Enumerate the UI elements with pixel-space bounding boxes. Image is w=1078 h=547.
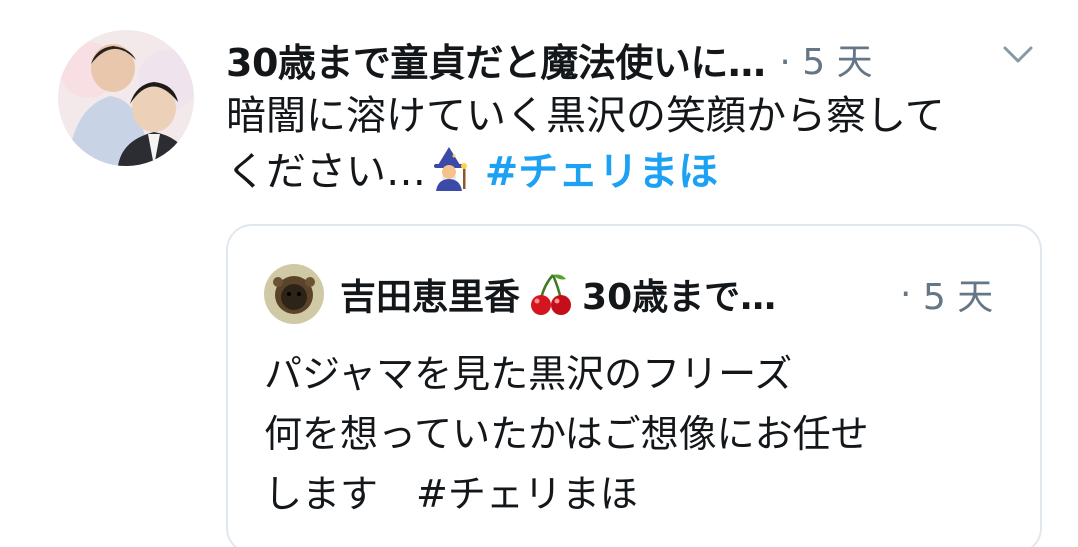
hashtag-link[interactable]: #チェリまほ [485,149,719,195]
quoted-text-line-1: パジャマを見た黒沢のフリーズ [264,352,793,396]
quoted-tweet-card[interactable]: 吉田恵里香 30歳まで… · 5 天 パジャマを見た黒沢のフリーズ 何を想ってい… [226,224,1042,547]
chevron-down-icon[interactable] [1000,40,1036,70]
tweet-text-line-2: ください… [226,149,426,195]
author-avatar[interactable] [58,30,194,166]
tweet-text: 暗闇に溶けていく黒沢の笑顔から察して ください… #チェリまほ [226,88,1046,200]
quoted-author-avatar[interactable] [264,264,324,324]
tweet-text-line-1: 暗闇に溶けていく黒沢の笑顔から察して [226,93,945,139]
time-text: 5 天 [922,277,994,318]
quoted-text-line-3: します #チェリまほ [264,472,638,516]
quoted-author-handle: 30歳まで… [582,277,777,318]
separator-dot: · [900,273,912,315]
quoted-author-name[interactable]: 吉田恵里香 [340,268,520,320]
quoted-tweet-timestamp[interactable]: · 5 天 [900,264,993,324]
separator-dot: · [779,42,791,83]
tweet-header: 30歳まで童貞だと魔法使いに… · 5 天 [226,30,873,88]
avatar-image [58,30,194,166]
quoted-tweet-text: パジャマを見た黒沢のフリーズ 何を想っていたかはご想像にお任せ します #チェリ… [264,344,1024,524]
quoted-tweet-header: 吉田恵里香 30歳まで… [340,264,776,324]
time-text: 5 天 [802,42,873,83]
author-name[interactable]: 30歳まで童貞だと魔法使いに… [226,32,766,87]
mage-emoji-icon [426,145,472,191]
tweet[interactable]: 30歳まで童貞だと魔法使いに… · 5 天 暗闇に溶けていく黒沢の笑顔から察して… [0,0,1078,547]
quoted-text-line-2: 何を想っていたかはご想像にお任せ [264,412,869,456]
tweet-timestamp[interactable]: · 5 天 [779,33,872,85]
cherry-emoji-icon [528,271,574,317]
